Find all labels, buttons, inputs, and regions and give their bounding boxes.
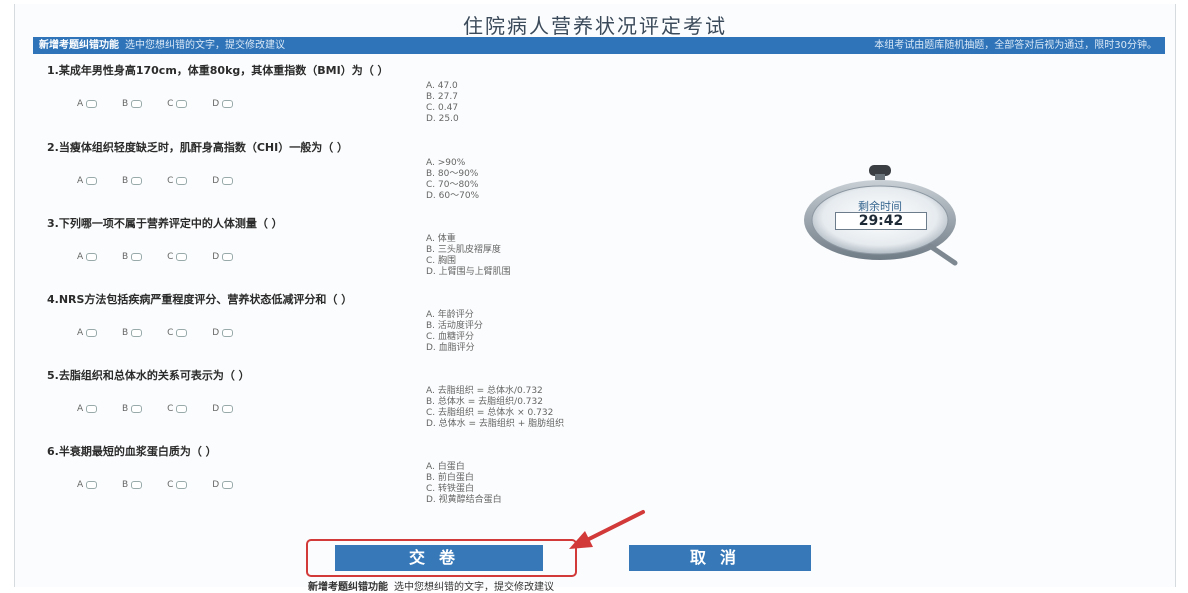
answer-radios: A B C D: [77, 328, 255, 338]
countdown-timer: 剩余时间 29:42: [787, 162, 977, 272]
radio-c[interactable]: C: [167, 404, 188, 414]
option-d: D. 上臂围与上臂肌围: [426, 267, 511, 277]
option-b: B. 总体水 = 去脂组织/0.732: [426, 397, 543, 407]
option-d: D. 总体水 = 去脂组织 + 脂肪组织: [426, 419, 565, 429]
option-b: B. 三头肌皮褶厚度: [426, 245, 501, 255]
radio-b[interactable]: B: [122, 176, 143, 186]
radio-a[interactable]: A: [77, 328, 98, 338]
cancel-button[interactable]: 取消: [629, 545, 811, 571]
timer-value: 29:42: [835, 212, 927, 230]
radio-d[interactable]: D: [212, 480, 234, 490]
submit-button[interactable]: 交卷: [335, 545, 543, 571]
question-1: 1.某成年男性身高170cm，体重80kg，其体重指数（BMI）为（ ） A B…: [47, 63, 607, 124]
radio-d[interactable]: D: [212, 404, 234, 414]
option-c: C. 去脂组织 = 总体水 × 0.732: [426, 408, 554, 418]
option-b: B. 80～90%: [426, 169, 479, 179]
option-d: D. 60～70%: [426, 191, 480, 201]
radio-b[interactable]: B: [122, 99, 143, 109]
options-list: A. 年龄评分 B. 活动度评分 C. 血糖评分 D. 血脂评分: [426, 310, 483, 354]
question-2: 2.当瘦体组织轻度缺乏时，肌酐身高指数（CHI）一般为（ ） A B C D A…: [47, 140, 607, 201]
option-b: B. 前白蛋白: [426, 473, 474, 483]
radio-c[interactable]: C: [167, 99, 188, 109]
option-d: D. 血脂评分: [426, 343, 475, 353]
radio-a[interactable]: A: [77, 99, 98, 109]
option-c: C. 0.47: [426, 103, 459, 113]
radio-c[interactable]: C: [167, 328, 188, 338]
option-a: A. 白蛋白: [426, 462, 465, 472]
exam-window: 住院病人营养状况评定考试 新增考题纠错功能 选中您想纠错的文字，提交修改建议 本组…: [14, 4, 1176, 587]
question-title: 6.半衰期最短的血浆蛋白质为（ ）: [47, 445, 217, 458]
radio-a[interactable]: A: [77, 176, 98, 186]
feature-label: 新增考题纠错功能: [39, 40, 119, 51]
option-c: C. 转铁蛋白: [426, 484, 475, 494]
question-title: 4.NRS方法包括疾病严重程度评分、营养状态低减评分和（ ）: [47, 293, 353, 306]
radio-b[interactable]: B: [122, 252, 143, 262]
radio-c[interactable]: C: [167, 176, 188, 186]
radio-b[interactable]: B: [122, 404, 143, 414]
answer-radios: A B C D: [77, 99, 255, 109]
option-a: A. 体重: [426, 234, 456, 244]
feature-hint: 选中您想纠错的文字，提交修改建议: [125, 40, 285, 51]
radio-d[interactable]: D: [212, 252, 234, 262]
option-a: A. 年龄评分: [426, 310, 474, 320]
options-list: A. 去脂组织 = 总体水/0.732 B. 总体水 = 去脂组织/0.732 …: [426, 386, 564, 430]
bottom-feature-note: 新增考题纠错功能 选中您想纠错的文字，提交修改建议: [308, 578, 554, 593]
radio-a[interactable]: A: [77, 404, 98, 414]
option-d: D. 视黄醇结合蛋白: [426, 495, 502, 505]
radio-d[interactable]: D: [212, 99, 234, 109]
question-title: 1.某成年男性身高170cm，体重80kg，其体重指数（BMI）为（ ）: [47, 64, 389, 77]
answer-radios: A B C D: [77, 404, 255, 414]
info-bar: 新增考题纠错功能 选中您想纠错的文字，提交修改建议 本组考试由题库随机抽题，全部答…: [33, 37, 1165, 54]
option-d: D. 25.0: [426, 114, 459, 124]
radio-c[interactable]: C: [167, 252, 188, 262]
option-c: C. 胸围: [426, 256, 457, 266]
question-5: 5.去脂组织和总体水的关系可表示为（ ） A B C D A. 去脂组织 = 总…: [47, 368, 607, 429]
option-b: B. 活动度评分: [426, 321, 483, 331]
option-a: A. 去脂组织 = 总体水/0.732: [426, 386, 543, 396]
radio-b[interactable]: B: [122, 328, 143, 338]
option-b: B. 27.7: [426, 92, 458, 102]
bottom-feature-label: 新增考题纠错功能: [308, 582, 388, 593]
option-a: A. >90%: [426, 158, 466, 168]
options-list: A. 47.0 B. 27.7 C. 0.47 D. 25.0: [426, 81, 459, 125]
question-title: 2.当瘦体组织轻度缺乏时，肌酐身高指数（CHI）一般为（ ）: [47, 141, 349, 154]
question-4: 4.NRS方法包括疾病严重程度评分、营养状态低减评分和（ ） A B C D A…: [47, 292, 607, 353]
question-6: 6.半衰期最短的血浆蛋白质为（ ） A B C D A. 白蛋白 B. 前白蛋白…: [47, 444, 607, 505]
exam-rules-text: 本组考试由题库随机抽题，全部答对后视为通过，限时30分钟。: [874, 40, 1157, 51]
question-title: 5.去脂组织和总体水的关系可表示为（ ）: [47, 369, 250, 382]
radio-c[interactable]: C: [167, 480, 188, 490]
radio-a[interactable]: A: [77, 480, 98, 490]
page-title: 住院病人营养状况评定考试: [463, 14, 727, 38]
options-list: A. 白蛋白 B. 前白蛋白 C. 转铁蛋白 D. 视黄醇结合蛋白: [426, 462, 502, 506]
options-list: A. >90% B. 80～90% C. 70～80% D. 60～70%: [426, 158, 479, 202]
question-title: 3.下列哪一项不属于营养评定中的人体测量（ ）: [47, 217, 283, 230]
answer-radios: A B C D: [77, 480, 255, 490]
bottom-feature-hint: 选中您想纠错的文字，提交修改建议: [394, 582, 554, 593]
option-c: C. 70～80%: [426, 180, 479, 190]
radio-b[interactable]: B: [122, 480, 143, 490]
radio-d[interactable]: D: [212, 176, 234, 186]
question-3: 3.下列哪一项不属于营养评定中的人体测量（ ） A B C D A. 体重 B.…: [47, 216, 607, 277]
info-bar-left: 新增考题纠错功能 选中您想纠错的文字，提交修改建议: [39, 37, 285, 54]
answer-radios: A B C D: [77, 252, 255, 262]
options-list: A. 体重 B. 三头肌皮褶厚度 C. 胸围 D. 上臂围与上臂肌围: [426, 234, 511, 278]
option-c: C. 血糖评分: [426, 332, 475, 342]
option-a: A. 47.0: [426, 81, 458, 91]
radio-d[interactable]: D: [212, 328, 234, 338]
answer-radios: A B C D: [77, 176, 255, 186]
radio-a[interactable]: A: [77, 252, 98, 262]
